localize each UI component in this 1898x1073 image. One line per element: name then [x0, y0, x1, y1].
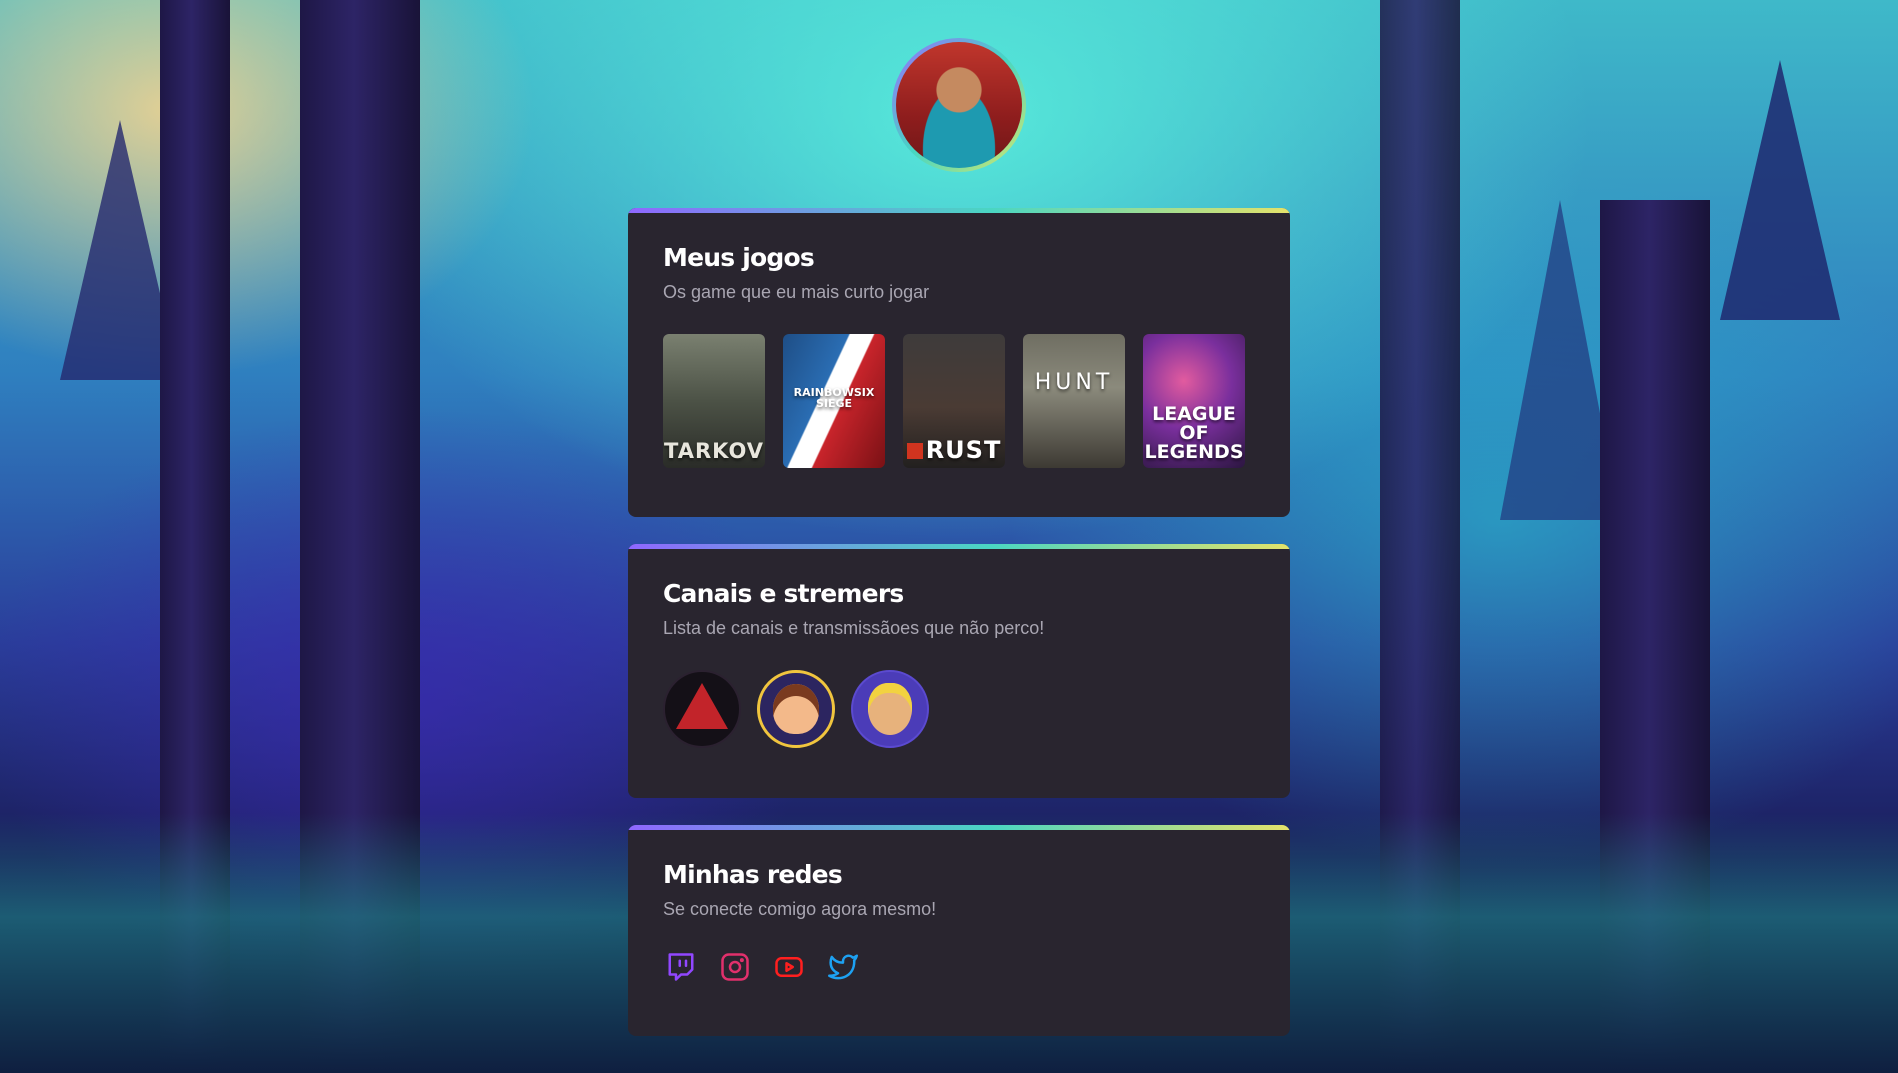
- game-logo: RAINBOWSIX SIEGE: [793, 386, 875, 410]
- youtube-link[interactable]: [771, 949, 807, 985]
- game-logo: RUST: [906, 436, 1002, 464]
- game-logo: TARKOV: [664, 439, 764, 463]
- rust-mark-icon: [906, 443, 923, 459]
- game-league-of-legends[interactable]: LEAGUE OF LEGENDS: [1143, 334, 1245, 468]
- streamers-card: Canais e stremers Lista de canais e tran…: [628, 544, 1290, 798]
- games-list: TARKOV RAINBOWSIX SIEGE RUST HUNT LEAGUE…: [663, 334, 1255, 468]
- games-card: Meus jogos Os game que eu mais curto jog…: [628, 208, 1290, 517]
- instagram-link[interactable]: [717, 949, 753, 985]
- twitch-link[interactable]: [663, 949, 699, 985]
- twitch-icon: [668, 953, 694, 981]
- game-logo: HUNT: [1034, 370, 1114, 395]
- streamer-avatar[interactable]: [663, 670, 741, 748]
- streamers-card-subtitle: Lista de canais e transmissãoes que não …: [663, 618, 1045, 638]
- social-card-subtitle: Se conecte comigo agora mesmo!: [663, 899, 937, 919]
- game-logo-text: RUST: [925, 436, 1002, 464]
- social-links: [663, 949, 1255, 985]
- twitter-icon: [828, 954, 858, 980]
- youtube-icon: [775, 957, 803, 977]
- cartoon-man-avatar: [868, 683, 912, 735]
- streamers-list: [663, 670, 1255, 748]
- hooded-figure-avatar: [676, 683, 728, 729]
- social-card: Minhas redes Se conecte comigo agora mes…: [628, 825, 1290, 1036]
- profile-avatar: [892, 38, 1026, 172]
- games-card-subtitle: Os game que eu mais curto jogar: [663, 282, 930, 302]
- games-card-title: Meus jogos: [663, 243, 815, 272]
- game-hunt[interactable]: HUNT: [1023, 334, 1125, 468]
- game-rust[interactable]: RUST: [903, 334, 1005, 468]
- streamer-avatar[interactable]: [757, 670, 835, 748]
- game-escape-from-tarkov[interactable]: TARKOV: [663, 334, 765, 468]
- game-rainbow-six-siege[interactable]: RAINBOWSIX SIEGE: [783, 334, 885, 468]
- streamers-card-title: Canais e stremers: [663, 579, 904, 608]
- profile-photo: [896, 42, 1022, 168]
- instagram-icon: [721, 953, 749, 981]
- streamer-avatar[interactable]: [851, 670, 929, 748]
- game-logo: LEAGUE OF LEGENDS: [1144, 403, 1244, 463]
- twitter-link[interactable]: [825, 949, 861, 985]
- cartoon-boy-avatar: [773, 684, 819, 734]
- social-card-title: Minhas redes: [663, 860, 843, 889]
